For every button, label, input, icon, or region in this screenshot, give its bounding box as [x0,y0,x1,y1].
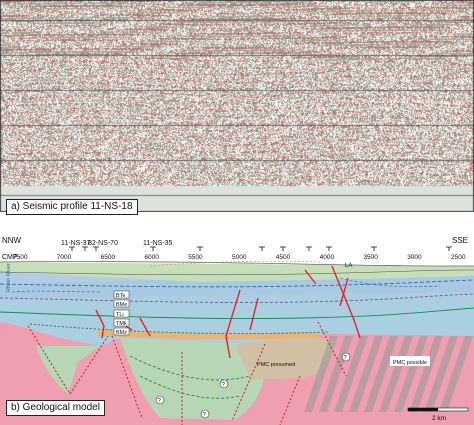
seismic-profile-image [0,0,474,212]
cmp-tick-label: 5500 [188,254,203,261]
question-marker: ? [219,379,229,389]
cmp-tick-label: 3000 [407,254,422,261]
unit-label: TLi [116,312,124,318]
crossing-profile-label: 11-NS-37 [61,240,91,247]
cmp-tick-label: 6500 [101,254,116,261]
panel-a-label: a) Seismic profile 11-NS-18 [6,199,138,215]
unit-label: BMz [116,330,127,336]
cmp-tick-label: 5000 [232,254,247,261]
crossing-profile-label: 11-NS-35 [143,240,173,247]
cmp-tick-label: 2500 [451,254,466,261]
pmc-possible-label: PMC possible [393,360,427,366]
river-label: Rhein River [6,263,12,292]
direction-left-label: NNW [2,236,22,245]
cmp-tick-label: 7000 [57,254,72,261]
panel-b-label: b) Geological model [6,400,105,416]
unit-label: BMe [116,302,127,308]
figure: NNW SSE 11-NS-37 82-NS-70 11-NS-35 CMP 7… [0,0,474,425]
cmp-tick-label: 7500 [13,254,28,261]
crossing-profile-label: 82-NS-70 [88,240,118,247]
cmp-tick-label: 3500 [363,254,378,261]
unit-label: TMk [116,321,127,327]
unit-label-group: BTe BMe TLi TMk BMz [113,290,130,336]
la-label: LA [345,263,352,269]
scale-label: 2 km [432,415,446,422]
unit-label: BTe [116,293,125,299]
cmp-tick-label: 4500 [276,254,291,261]
geological-model-diagram: NNW SSE 11-NS-37 82-NS-70 11-NS-35 CMP 7… [0,226,474,425]
question-marker: ? [341,352,351,362]
cmp-tick-label: 6000 [144,254,159,261]
direction-right-label: SSE [452,236,468,245]
pmc-presumed-label: PMC presumed [257,362,295,368]
question-marker: ? [200,409,210,419]
question-marker: ? [155,395,165,405]
cmp-tick-label: 4000 [320,254,335,261]
